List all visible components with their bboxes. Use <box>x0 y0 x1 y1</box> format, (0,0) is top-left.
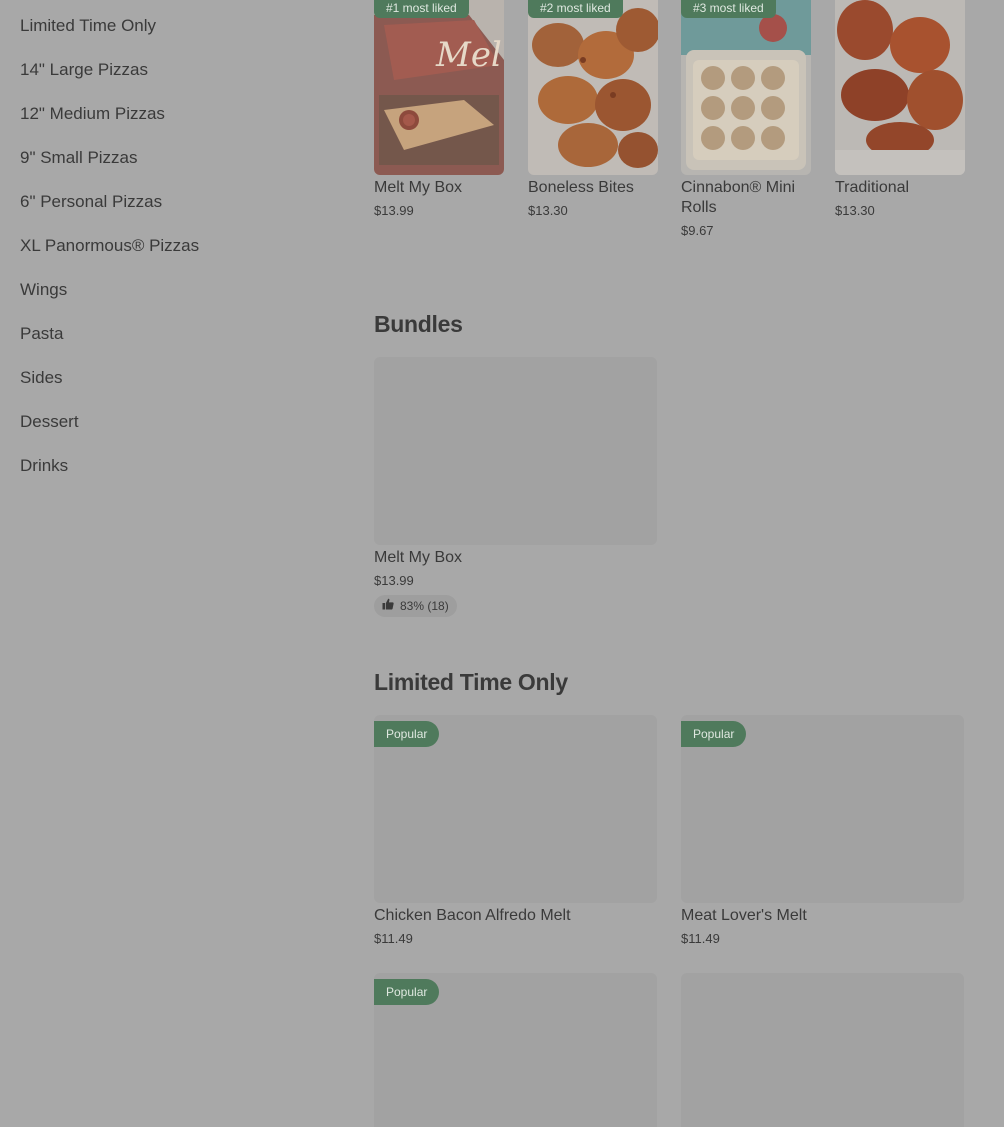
rank-badge: #1 most liked <box>374 0 469 18</box>
bundle-item-card[interactable]: Melt My Box $13.99 83% (18) <box>374 357 657 627</box>
product-price: $11.49 <box>374 931 413 946</box>
product-name: Traditional <box>835 179 910 196</box>
product-name: Chicken Bacon Alfredo Melt <box>374 907 571 924</box>
sidebar-item-12-medium-pizzas[interactable]: 12" Medium Pizzas <box>20 104 165 124</box>
sidebar-item-drinks[interactable]: Drinks <box>20 456 68 476</box>
section-title-bundles: Bundles <box>374 311 463 337</box>
product-name: Meat Lover's Melt <box>681 907 807 924</box>
rank-badge: #2 most liked <box>528 0 623 18</box>
product-image <box>528 0 658 175</box>
product-image <box>835 0 965 175</box>
product-name: Cinnabon® Mini Rolls <box>681 179 796 216</box>
svg-text:Mel: Mel <box>435 35 502 75</box>
popular-badge: Popular <box>681 721 747 747</box>
product-image-placeholder <box>374 357 657 545</box>
popular-badge: Popular <box>374 979 440 1005</box>
sidebar-item-limited-time-only[interactable]: Limited Time Only <box>20 16 156 36</box>
limited-item-card[interactable]: Popular <box>374 973 657 1127</box>
product-price: $13.99 <box>374 573 414 588</box>
product-image: Mel <box>374 0 504 175</box>
section-title-limited-time-only: Limited Time Only <box>374 669 568 695</box>
product-price: $13.30 <box>528 203 568 218</box>
popular-badge: Popular <box>374 721 440 747</box>
product-price: $11.49 <box>681 931 720 946</box>
sidebar-item-pasta[interactable]: Pasta <box>20 324 63 344</box>
product-price: $9.67 <box>681 223 714 238</box>
sidebar-item-14-large-pizzas[interactable]: 14" Large Pizzas <box>20 60 148 80</box>
limited-item-card[interactable]: Popular Meat Lover's Melt $11.49 <box>681 715 964 955</box>
sidebar-item-wings[interactable]: Wings <box>20 280 67 300</box>
thumbs-up-icon <box>382 595 394 617</box>
product-name: Melt My Box <box>374 549 463 566</box>
product-image <box>681 0 811 175</box>
sidebar-item-6-personal-pizzas[interactable]: 6" Personal Pizzas <box>20 192 162 212</box>
rating-chip: 83% (18) <box>374 595 457 617</box>
product-price: $13.99 <box>374 203 414 218</box>
limited-item-card[interactable] <box>681 973 964 1127</box>
limited-item-card[interactable]: Popular Chicken Bacon Alfredo Melt $11.4… <box>374 715 657 955</box>
rank-badge: #3 most liked <box>681 0 776 18</box>
sidebar-item-dessert[interactable]: Dessert <box>20 412 79 432</box>
sidebar-item-sides[interactable]: Sides <box>20 368 63 388</box>
sidebar-item-xl-panormous-pizzas[interactable]: XL Panormous® Pizzas <box>20 236 199 256</box>
product-name: Boneless Bites <box>528 179 634 196</box>
product-name: Melt My Box <box>374 179 463 196</box>
product-image-placeholder <box>681 973 964 1127</box>
sidebar-item-9-small-pizzas[interactable]: 9" Small Pizzas <box>20 148 138 168</box>
rating-text: 83% (18) <box>400 599 449 613</box>
product-price: $13.30 <box>835 203 875 218</box>
